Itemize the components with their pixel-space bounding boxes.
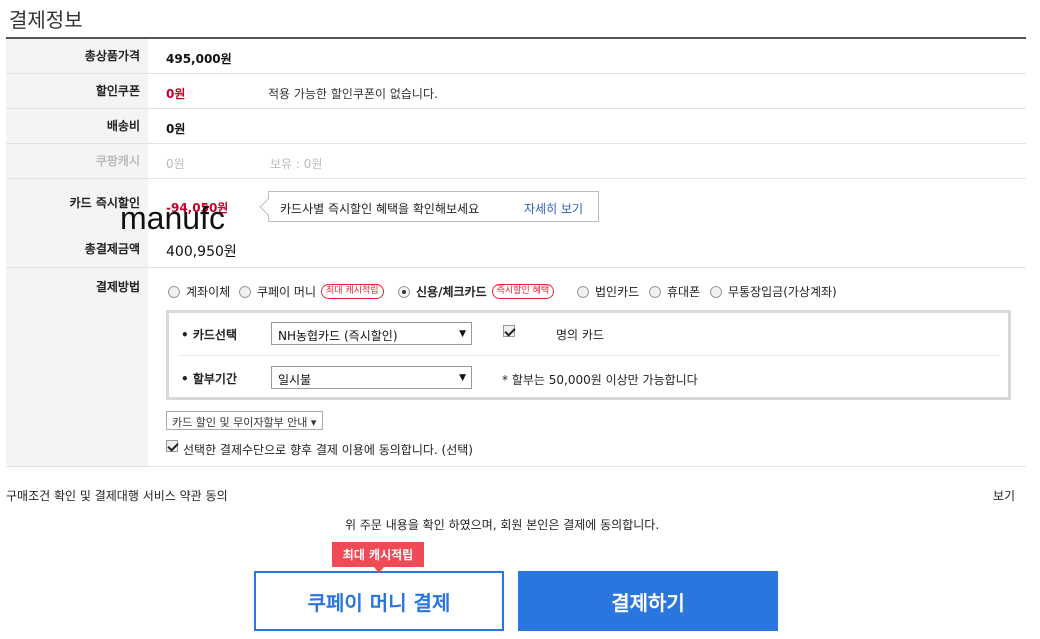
terms-text: 구매조건 확인 및 결제대행 서비스 약관 동의	[6, 489, 228, 503]
radio-bank-transfer[interactable]: 계좌이체	[168, 283, 230, 300]
agree-future-text: 선택한 결제수단으로 향후 결제 이용에 동의합니다. (선택)	[183, 443, 473, 457]
radio-virtual-account[interactable]: 무통장입금(가상계좌)	[710, 283, 837, 300]
radio-label: 계좌이체	[186, 285, 231, 299]
coupon-label: 할인쿠폰	[6, 74, 148, 108]
card-options-panel: • 카드선택 NH농협카드 (즉시할인) ▼ 명의 카드 • 할부기간 일시불 …	[166, 310, 1011, 400]
shipping-value: 0원	[166, 122, 186, 136]
coupay-money-pay-button[interactable]: 쿠페이 머니 결제	[254, 571, 504, 631]
shipping-label: 배송비	[6, 109, 148, 143]
row-shipping: 배송비 0원	[6, 109, 1026, 144]
total-price-value: 495,000원	[166, 52, 232, 66]
row-coupon: 할인쿠폰 0원 적용 가능한 할인쿠폰이 없습니다.	[6, 74, 1026, 109]
card-owner-checkbox[interactable]	[503, 325, 515, 337]
total-price-label: 총상품가격	[6, 39, 148, 73]
confirm-text: 위 주문 내용을 확인 하였으며, 회원 본인은 결제에 동의합니다.	[345, 518, 660, 532]
radio-coupay-money[interactable]: 쿠페이 머니 최대 캐시적립	[239, 283, 384, 300]
coupon-note: 적용 가능한 할인쿠폰이 없습니다.	[268, 87, 438, 101]
radio-label: 쿠페이 머니	[257, 285, 317, 299]
radio-mobile-phone[interactable]: 휴대폰	[649, 283, 700, 300]
card-select-dropdown[interactable]: NH농협카드 (즉시할인) ▼	[271, 322, 472, 345]
coupon-value: 0원	[166, 87, 186, 101]
installment-label: • 할부기간	[181, 372, 238, 386]
total-pay-value: 400,950원	[166, 244, 237, 260]
card-discount-tooltip: 카드사별 즉시할인 혜택을 확인해보세요 자세히 보기	[259, 191, 599, 222]
dropdown-arrow-icon: ▼	[459, 373, 466, 383]
radio-label: 무통장입금(가상계좌)	[728, 285, 837, 299]
card-select-value: NH농협카드 (즉시할인)	[278, 329, 398, 343]
section-title: 결제정보	[9, 8, 83, 32]
pay-button[interactable]: 결제하기	[518, 571, 778, 631]
row-cash: 쿠팡캐시 0원 보유 : 0원	[6, 144, 1026, 179]
terms-view-link[interactable]: 보기	[993, 487, 1015, 504]
radio-circle-selected	[398, 285, 410, 298]
radio-circle	[710, 285, 722, 298]
installment-note: * 할부는 50,000원 이상만 가능합니다	[502, 373, 698, 387]
radio-circle	[168, 285, 180, 298]
card-select-label: • 카드선택	[181, 328, 238, 342]
card-owner-text: 명의 카드	[556, 328, 604, 342]
radio-credit-card[interactable]: 신용/체크카드 즉시할인 혜택	[398, 283, 555, 300]
radio-label: 법인카드	[595, 285, 640, 299]
installment-value: 일시불	[278, 373, 312, 387]
radio-label: 휴대폰	[667, 285, 701, 299]
watermark-text: manufc	[120, 200, 225, 236]
installment-dropdown[interactable]: 일시불 ▼	[271, 366, 472, 389]
tooltip-details-link[interactable]: 자세히 보기	[524, 200, 583, 217]
radio-circle	[649, 285, 661, 298]
cash-reward-badge: 최대 캐시적립	[321, 284, 384, 299]
cash-value: 0원	[166, 157, 185, 171]
agree-future-checkbox[interactable]	[166, 440, 178, 452]
radio-circle	[239, 285, 251, 298]
radio-circle	[577, 285, 589, 298]
cash-note: 보유 : 0원	[270, 157, 323, 171]
payment-method-label: 결제방법	[6, 268, 148, 466]
instant-discount-badge: 즉시할인 혜택	[491, 284, 555, 299]
panel-divider	[179, 355, 999, 356]
bottom-divider	[6, 466, 1026, 467]
tooltip-text: 카드사별 즉시할인 혜택을 확인해보세요	[280, 202, 480, 216]
max-cash-reward-tag: 최대 캐시적립	[332, 542, 424, 573]
radio-label: 신용/체크카드	[416, 285, 487, 299]
radio-corporate-card[interactable]: 법인카드	[577, 283, 639, 300]
card-benefit-guide-button[interactable]: 카드 할인 및 무이자할부 안내 ▾	[166, 411, 323, 430]
row-total-price: 총상품가격 495,000원	[6, 39, 1026, 74]
dropdown-arrow-icon: ▼	[459, 329, 466, 339]
cash-label: 쿠팡캐시	[6, 144, 148, 178]
